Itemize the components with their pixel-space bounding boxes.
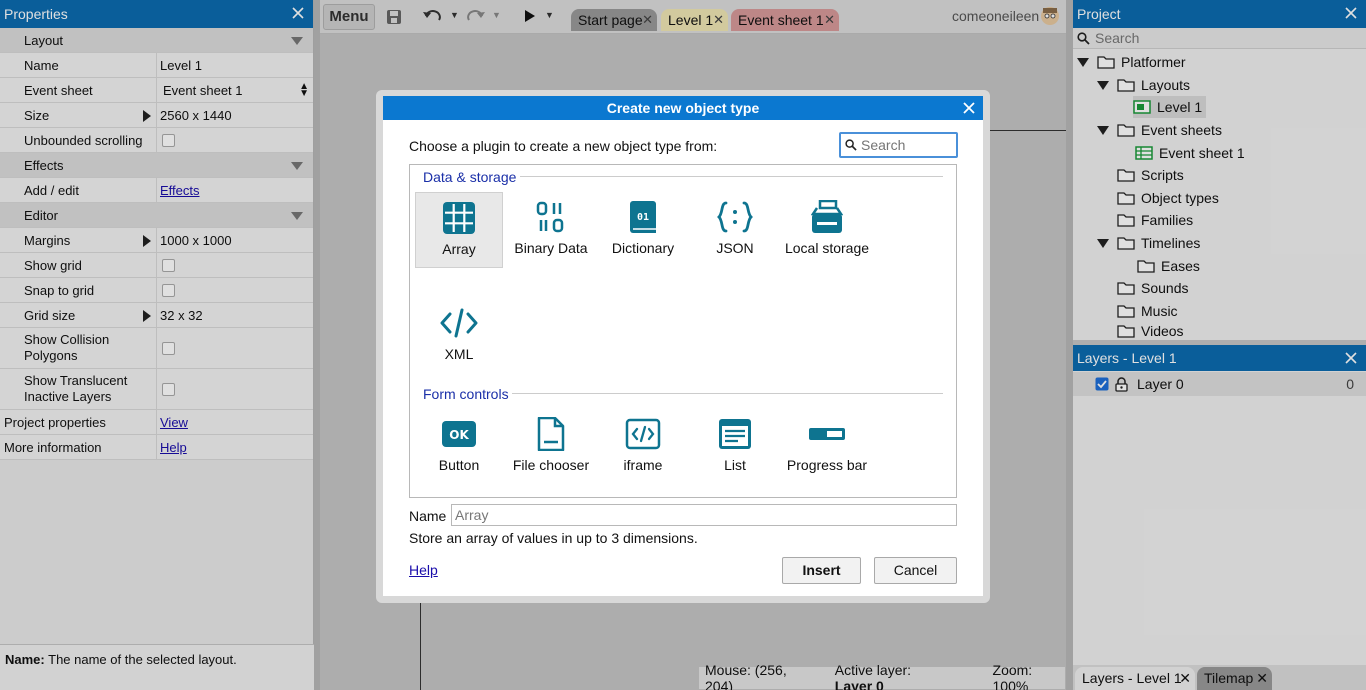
xml-icon [440, 308, 478, 338]
button-icon: OK [442, 421, 476, 447]
search-icon [845, 139, 857, 151]
plugin-button[interactable]: OK Button [415, 409, 503, 485]
dictionary-icon: 01 [630, 201, 656, 233]
dialog-title-bar: Create new object type [383, 96, 983, 120]
file-chooser-icon [537, 417, 565, 451]
dialog-prompt: Choose a plugin to create a new object t… [409, 138, 718, 154]
name-label: Name [409, 508, 447, 524]
plugin-dictionary[interactable]: 01 Dictionary [599, 192, 687, 268]
insert-button[interactable]: Insert [782, 557, 861, 584]
plugin-list: Data & storage Array Binary Data 01 Dict… [409, 164, 957, 498]
create-object-dialog: Create new object type Choose a plugin t… [376, 90, 990, 603]
plugin-file-chooser[interactable]: File chooser [507, 409, 595, 485]
array-icon [443, 202, 475, 234]
plugin-iframe[interactable]: iframe [599, 409, 687, 485]
dialog-body: Choose a plugin to create a new object t… [383, 120, 983, 596]
local-storage-icon [811, 200, 843, 233]
binary-data-icon [536, 201, 564, 233]
plugin-search-input[interactable] [861, 137, 951, 153]
plugin-binary-data[interactable]: Binary Data [507, 192, 595, 268]
plugin-json[interactable]: JSON [691, 192, 779, 268]
plugin-progress-bar[interactable]: Progress bar [783, 409, 871, 485]
plugin-xml[interactable]: XML [415, 298, 503, 374]
cancel-button[interactable]: Cancel [874, 557, 957, 584]
plugin-array[interactable]: Array [415, 192, 503, 268]
plugin-list-item[interactable]: List [691, 409, 779, 485]
dialog-title: Create new object type [606, 100, 760, 116]
progress-bar-icon [809, 428, 845, 440]
iframe-icon [625, 418, 661, 450]
plugin-local-storage[interactable]: Local storage [783, 192, 871, 268]
plugin-search-box[interactable] [839, 132, 958, 158]
category-form-controls: Form controls [423, 386, 509, 402]
svg-text:OK: OK [449, 428, 469, 442]
help-link[interactable]: Help [409, 562, 438, 578]
json-icon [717, 201, 753, 233]
svg-text:01: 01 [637, 212, 649, 223]
list-icon [719, 419, 751, 449]
category-data-storage: Data & storage [423, 169, 517, 185]
object-name-input[interactable]: Array [451, 504, 957, 526]
plugin-description: Store an array of values in up to 3 dime… [409, 530, 698, 546]
close-icon[interactable] [961, 100, 977, 116]
